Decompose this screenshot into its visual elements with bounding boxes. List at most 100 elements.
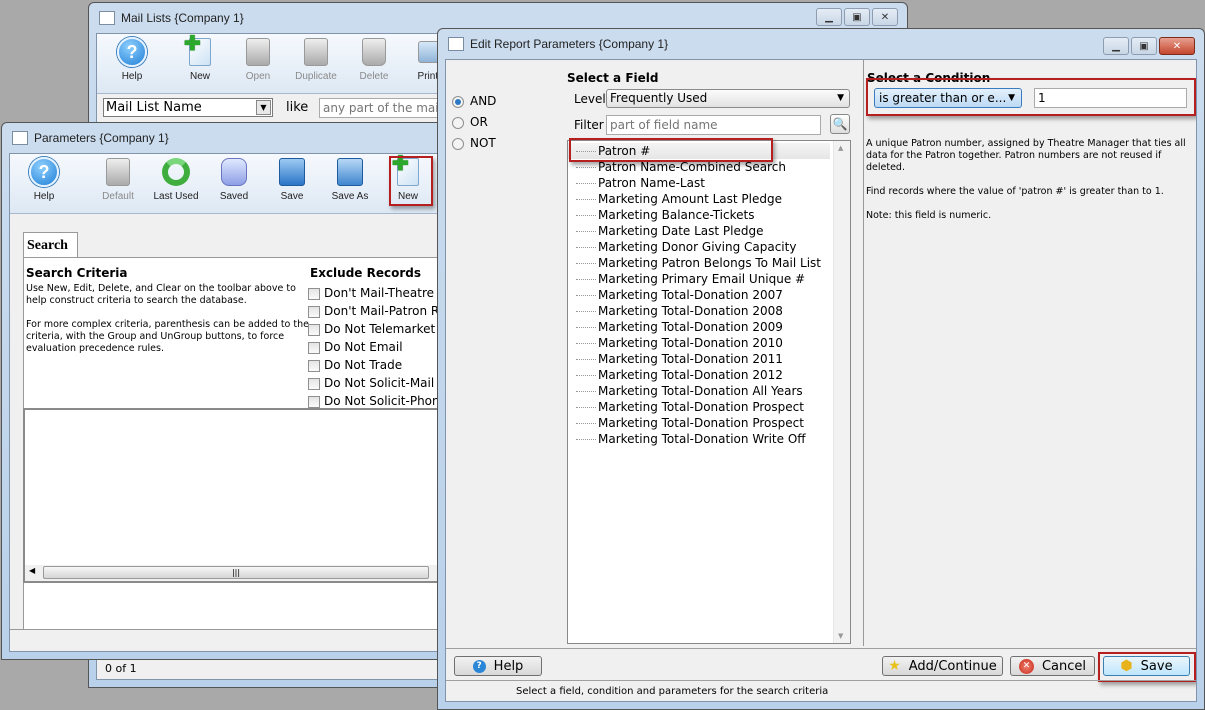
radio-button[interactable]: [452, 116, 464, 129]
scroll-thumb[interactable]: |||: [43, 566, 429, 579]
field-list-item[interactable]: Marketing Total-Donation 2009: [568, 319, 850, 335]
checkbox[interactable]: [308, 341, 320, 354]
cancel-button[interactable]: ✕ Cancel: [1010, 656, 1095, 676]
star-add-icon: ★: [888, 658, 901, 674]
magnifier-icon: [246, 38, 270, 66]
window-title: Mail Lists {Company 1}: [121, 11, 244, 25]
parameters-titlebar[interactable]: Parameters {Company 1}: [9, 123, 438, 153]
help-button[interactable]: ? Help: [454, 656, 542, 676]
radio-button[interactable]: [452, 95, 464, 108]
parameters-toolbar: ? Help Default Last Used Saved Save Save …: [10, 154, 437, 214]
field-list-item[interactable]: Marketing Balance-Tickets: [568, 207, 850, 223]
mail-list-search-input[interactable]: [319, 98, 449, 118]
toolbar-help-button[interactable]: ? Help: [15, 156, 73, 202]
new-document-icon: ✚: [184, 34, 211, 66]
window-title: Edit Report Parameters {Company 1}: [470, 37, 669, 51]
logic-radio-group: AND OR NOT: [452, 91, 496, 154]
field-list-item[interactable]: Marketing Total-Donation Prospect: [568, 399, 850, 415]
toolbar-save-button[interactable]: Save: [263, 156, 321, 202]
level-label: Level: [574, 92, 606, 106]
edit-status-bar: Select a field, condition and parameters…: [446, 680, 1196, 701]
parameters-window: Parameters {Company 1} ? Help Default Las…: [1, 122, 446, 660]
edit-report-parameters-window: Edit Report Parameters {Company 1} ▁ ▣ ✕…: [437, 28, 1205, 710]
filter-search-button[interactable]: 🔍: [830, 114, 850, 134]
exclude-option[interactable]: Don't Mail-Theatre: [308, 284, 437, 302]
add-continue-button[interactable]: ★ Add/Continue: [882, 656, 1003, 676]
close-button[interactable]: ✕: [1159, 37, 1195, 55]
field-list-item[interactable]: Marketing Total-Donation 2010: [568, 335, 850, 351]
edit-titlebar[interactable]: Edit Report Parameters {Company 1} ▁ ▣ ✕: [445, 29, 1197, 59]
refresh-icon: [162, 158, 190, 186]
window-icon: [448, 37, 464, 51]
field-list-item[interactable]: Marketing Patron Belongs To Mail List: [568, 255, 850, 271]
select-field-heading: Select a Field: [567, 71, 659, 85]
field-list-item[interactable]: Marketing Total-Donation 2011: [568, 351, 850, 367]
exclude-option[interactable]: Do Not Telemarket: [308, 320, 437, 338]
exclude-option[interactable]: Do Not Email: [308, 338, 437, 356]
checkbox[interactable]: [308, 323, 320, 336]
search-tab-panel: Search Criteria Use New, Edit, Delete, a…: [23, 257, 437, 647]
checkbox[interactable]: [308, 377, 320, 390]
toolbar-open-button[interactable]: Open: [229, 36, 287, 82]
logic-radio-or[interactable]: OR: [452, 112, 496, 133]
exclude-option[interactable]: Do Not Trade: [308, 356, 437, 374]
horizontal-scrollbar[interactable]: ◀ |||: [25, 565, 437, 581]
exclude-records-heading: Exclude Records: [310, 266, 421, 280]
field-list-item[interactable]: Marketing Total-Donation All Years: [568, 383, 850, 399]
minimize-button[interactable]: ▁: [1103, 37, 1129, 55]
exclude-option[interactable]: Do Not Solicit-Mail: [308, 374, 437, 392]
field-list-item[interactable]: Marketing Total-Donation 2008: [568, 303, 850, 319]
scroll-left-icon[interactable]: ◀: [29, 566, 35, 575]
toolbar-last-used-button[interactable]: Last Used: [147, 156, 205, 202]
logic-radio-and[interactable]: AND: [452, 91, 496, 112]
chevron-down-icon: ▼: [837, 93, 844, 103]
close-button[interactable]: ✕: [872, 8, 898, 26]
field-list-item[interactable]: Marketing Total-Donation 2012: [568, 367, 850, 383]
criteria-list[interactable]: ◀ |||: [23, 408, 437, 583]
toolbar-delete-button[interactable]: Delete: [345, 36, 403, 82]
checkbox[interactable]: [308, 287, 320, 300]
toolbar-help-button[interactable]: ? Help: [103, 36, 161, 82]
minimize-button[interactable]: ▁: [816, 8, 842, 26]
toolbar-default-button[interactable]: Default: [89, 156, 147, 202]
checkbox[interactable]: [308, 359, 320, 372]
help-icon: ?: [29, 157, 59, 187]
window-icon: [99, 11, 115, 25]
tab-search[interactable]: Search: [23, 232, 78, 258]
new-button-highlight: [389, 156, 433, 206]
field-list-item[interactable]: Marketing Total-Donation Prospect: [568, 415, 850, 431]
scroll-down-icon[interactable]: ▼: [838, 632, 843, 640]
checkbox[interactable]: [308, 305, 320, 318]
floppy-icon: [279, 158, 305, 186]
logic-radio-not[interactable]: NOT: [452, 133, 496, 154]
vertical-scrollbar[interactable]: ▲ ▼: [833, 141, 850, 643]
maximize-button[interactable]: ▣: [844, 8, 870, 26]
search-help-text: Use New, Edit, Delete, and Clear on the …: [26, 283, 309, 354]
field-list-item[interactable]: Marketing Total-Donation 2007: [568, 287, 850, 303]
pushpin-icon: [106, 158, 130, 186]
toolbar-new-button[interactable]: ✚ New: [171, 34, 229, 82]
field-list-item[interactable]: Marketing Donor Giving Capacity: [568, 239, 850, 255]
field-tree[interactable]: Patron # Patron Name-Combined Search Patro…: [567, 140, 851, 644]
radio-button[interactable]: [452, 137, 464, 150]
chevron-down-icon: ▼: [256, 100, 271, 115]
checkbox[interactable]: [308, 395, 320, 408]
toolbar-saved-button[interactable]: Saved: [205, 156, 263, 202]
toolbar-save-as-button[interactable]: Save As: [321, 156, 379, 202]
field-list-item[interactable]: Marketing Amount Last Pledge: [568, 191, 850, 207]
magnifier-icon: 🔍: [832, 117, 848, 131]
filter-input[interactable]: [606, 115, 821, 135]
window-icon: [12, 131, 28, 145]
field-list-item[interactable]: Marketing Date Last Pledge: [568, 223, 850, 239]
scroll-up-icon[interactable]: ▲: [838, 144, 843, 152]
exclude-option[interactable]: Don't Mail-Patron R: [308, 302, 437, 320]
window-title: Parameters {Company 1}: [34, 131, 169, 145]
maximize-button[interactable]: ▣: [1131, 37, 1157, 55]
level-select[interactable]: Frequently Used ▼: [606, 89, 850, 108]
search-field-select[interactable]: Mail List Name ▼: [103, 98, 273, 117]
field-list-item[interactable]: Marketing Total-Donation Write Off: [568, 431, 850, 447]
database-search-icon: [221, 158, 247, 186]
field-list-item[interactable]: Marketing Primary Email Unique #: [568, 271, 850, 287]
field-list-item[interactable]: Patron Name-Last: [568, 175, 850, 191]
toolbar-duplicate-button[interactable]: Duplicate: [287, 36, 345, 82]
